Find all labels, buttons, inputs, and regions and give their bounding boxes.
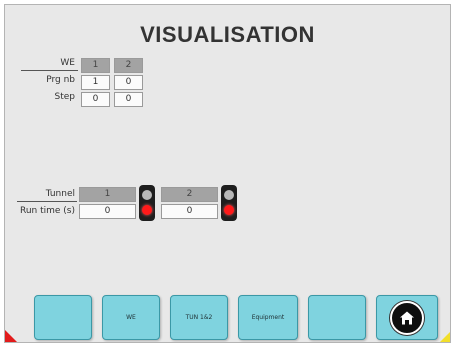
- nav-button-tun-label: TUN 1&2: [185, 314, 213, 321]
- corner-indicator-red: [5, 330, 17, 342]
- we-2-header: 2: [114, 58, 143, 73]
- tunnel-2-run-time: 0: [161, 204, 218, 219]
- hmi-screen: VISUALISATION WE Prg nb Step 1 1 0 2 0 0…: [4, 4, 451, 343]
- we-1-prg-nb: 1: [81, 75, 110, 90]
- nav-button-blank-2[interactable]: [308, 295, 366, 340]
- tunnel-row-label: Tunnel: [45, 189, 75, 199]
- corner-indicator-yellow: [440, 332, 450, 342]
- nav-button-we-label: WE: [126, 314, 136, 321]
- tunnel-label-underline: [17, 201, 77, 202]
- we-1-header: 1: [81, 58, 110, 73]
- tunnel-1-lamp-top: [142, 190, 152, 200]
- we-row-label: WE: [60, 58, 75, 68]
- nav-button-tun[interactable]: TUN 1&2: [170, 295, 228, 340]
- tunnel-1-run-time: 0: [79, 204, 136, 219]
- page-title: VISUALISATION: [140, 22, 315, 47]
- tunnel-2-lamp-top: [224, 190, 234, 200]
- home-glyph: [400, 311, 414, 324]
- nav-button-equipment-label: Equipment: [251, 314, 285, 321]
- tunnel-1-header: 1: [79, 187, 136, 202]
- run-time-row-label: Run time (s): [19, 206, 75, 216]
- prg-nb-row-label: Prg nb: [46, 75, 75, 85]
- home-icon: [390, 300, 424, 335]
- nav-button-we[interactable]: WE: [102, 295, 160, 340]
- nav-button-equipment[interactable]: Equipment: [238, 295, 298, 340]
- home-button[interactable]: [376, 295, 438, 340]
- tunnel-2-header: 2: [161, 187, 218, 202]
- tunnel-2-traffic-light: [221, 185, 237, 221]
- we-1-step: 0: [81, 92, 110, 107]
- tunnel-2-lamp-red: [224, 205, 234, 215]
- step-row-label: Step: [54, 92, 76, 102]
- tunnel-1-traffic-light: [139, 185, 155, 221]
- we-label-underline: [21, 70, 78, 71]
- nav-button-blank-1[interactable]: [34, 295, 92, 340]
- we-2-step: 0: [114, 92, 143, 107]
- tunnel-1-lamp-red: [142, 205, 152, 215]
- we-2-prg-nb: 0: [114, 75, 143, 90]
